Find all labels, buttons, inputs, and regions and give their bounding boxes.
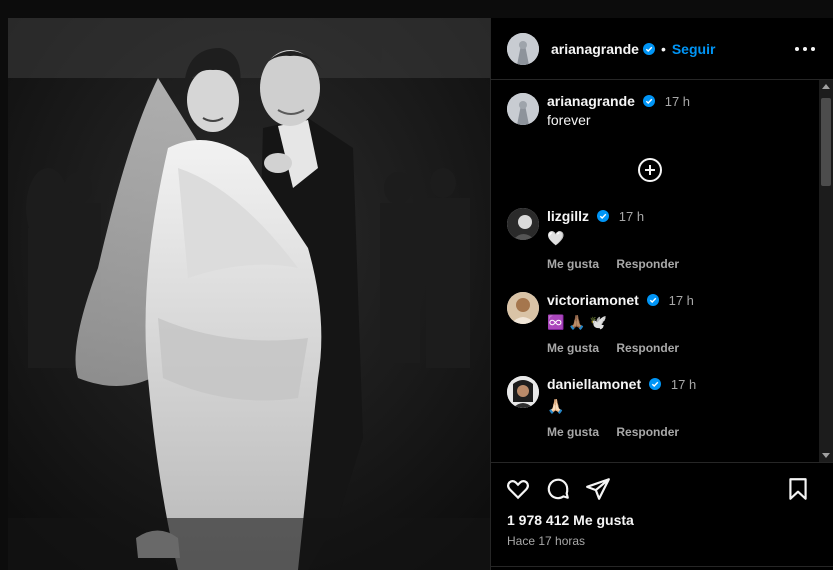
follow-button[interactable]: Seguir [672,41,716,57]
heart-icon[interactable] [505,476,531,502]
comment-time: 17 h [668,293,694,308]
post-modal: arianagrande • Seguir arianagrande 17 h … [8,18,833,570]
comments-scrollbar[interactable] [819,80,833,462]
comment-reply-button[interactable]: Responder [616,341,679,355]
action-icons [505,476,811,502]
comment-item: daniellamonet 17 h 🙏🏻 Me gusta Responder [507,376,696,439]
comment-reply-button[interactable]: Responder [616,425,679,439]
comment-item: lizgillz 17 h 🤍 Me gusta Responder [507,208,693,271]
more-dots-icon[interactable] [795,40,815,58]
verified-badge-icon [646,294,659,306]
plus-circle-icon[interactable] [638,158,662,182]
comment-reply-button[interactable]: Responder [616,257,679,271]
comment-username[interactable]: victoriamonet [547,292,639,308]
scroll-thumb[interactable] [821,98,831,186]
comment-avatar[interactable] [507,292,539,324]
separator-dot: • [660,40,666,57]
bookmark-icon[interactable] [785,476,811,502]
comment-avatar[interactable] [507,208,539,240]
verified-badge-icon [596,210,609,222]
verified-badge-icon [649,378,662,390]
comment-icon[interactable] [545,476,571,502]
comment-item: victoriamonet 17 h ♾️ 🙏🏽 🕊️ Me gusta Res… [507,292,694,355]
caption-avatar[interactable] [507,93,539,125]
scroll-up-arrow-icon[interactable] [822,84,830,89]
caption-text: forever [547,112,591,128]
verified-badge-icon [642,42,655,55]
comment-text: 🤍 [547,229,565,246]
caption-time: 17 h [664,94,691,109]
send-icon[interactable] [585,476,611,502]
like-count[interactable]: 1 978 412 Me gusta [507,512,634,528]
scroll-down-arrow-icon[interactable] [822,453,830,458]
author-avatar[interactable] [507,32,539,65]
add-comment-bar[interactable] [491,566,833,570]
comment-like-button[interactable]: Me gusta [547,257,599,271]
wedding-photo [8,18,490,570]
comment-avatar[interactable] [507,376,539,408]
comment-time: 17 h [670,377,697,392]
comment-text: 🙏🏻 [547,397,565,414]
post-caption: arianagrande 17 h forever [507,93,690,128]
post-side-panel: arianagrande • Seguir arianagrande 17 h … [490,18,833,570]
post-photo [8,18,490,570]
comment-username[interactable]: daniellamonet [547,376,641,392]
post-header: arianagrande • Seguir [491,18,833,80]
caption-username[interactable]: arianagrande [547,93,635,109]
comment-text: ♾️ 🙏🏽 🕊️ [547,313,608,330]
comments-list[interactable]: arianagrande 17 h forever lizgillz 17 h … [491,80,833,462]
comment-time: 17 h [618,209,645,224]
verified-badge-icon [642,95,655,107]
author-username[interactable]: arianagrande [551,41,639,57]
comment-username[interactable]: lizgillz [547,208,589,224]
comment-like-button[interactable]: Me gusta [547,425,599,439]
post-footer: 1 978 412 Me gusta Hace 17 horas [491,462,833,570]
post-timestamp: Hace 17 horas [507,534,586,548]
comment-like-button[interactable]: Me gusta [547,341,599,355]
